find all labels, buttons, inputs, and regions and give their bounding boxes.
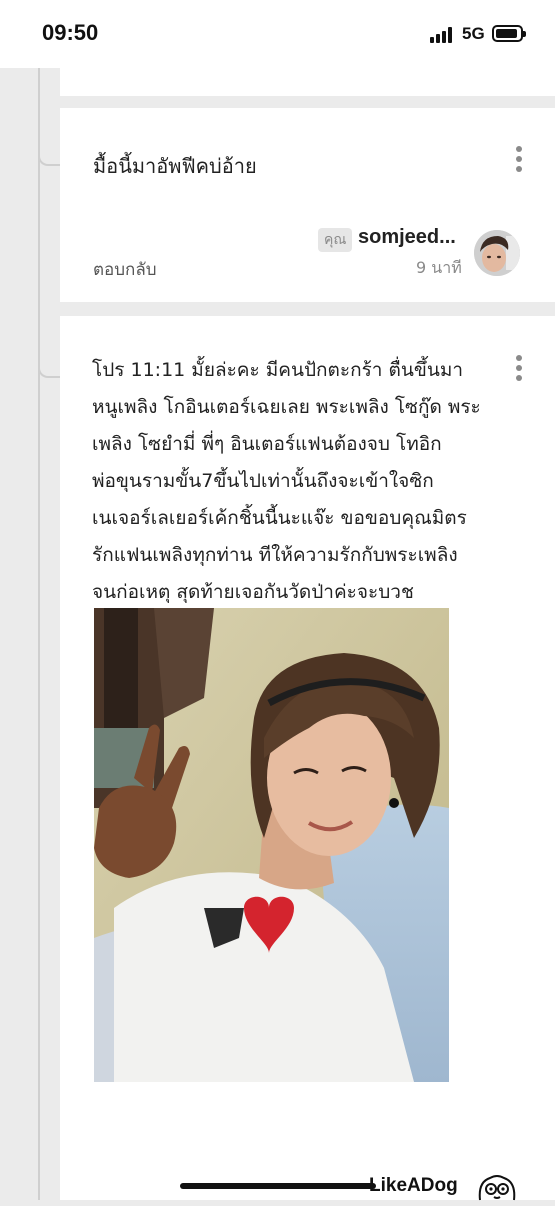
- you-badge: คุณ: [318, 228, 353, 252]
- status-time: 09:50: [42, 20, 99, 45]
- avatar[interactable]: [474, 230, 520, 276]
- comment-text: มื้อนี้มาอัพฟีคบ่อ้าย: [93, 154, 257, 178]
- battery-icon: [492, 25, 526, 42]
- dog-logo-icon: [474, 1172, 520, 1202]
- username[interactable]: somjeed...: [358, 226, 456, 249]
- watermark-text: LikeADog: [369, 1175, 458, 1196]
- reply-button[interactable]: ตอบกลับ: [93, 256, 157, 283]
- timestamp: 9 นาที: [416, 258, 462, 277]
- more-vertical-icon[interactable]: [515, 353, 523, 383]
- more-vertical-icon[interactable]: [515, 144, 523, 174]
- network-label: 5G: [462, 24, 485, 43]
- post-card: โปร 11:11 มั้ยล่ะคะ มีคนปักตะกร้า ตื่นขึ…: [60, 316, 555, 1200]
- thread-line: [38, 68, 40, 1200]
- home-indicator[interactable]: [180, 1183, 376, 1189]
- signal-icon: [430, 27, 456, 43]
- status-bar: 09:50 5G: [0, 0, 555, 68]
- previous-comment-card: [60, 68, 555, 96]
- thread-branch: [38, 150, 62, 166]
- post-text: โปร 11:11 มั้ยล่ะคะ มีคนปักตะกร้า ตื่นขึ…: [92, 359, 481, 603]
- selfie-photo[interactable]: [94, 608, 449, 1082]
- thread-branch: [38, 362, 62, 378]
- reply-comment-card: มื้อนี้มาอัพฟีคบ่อ้าย คุณ somjeed... 9 น…: [60, 108, 555, 302]
